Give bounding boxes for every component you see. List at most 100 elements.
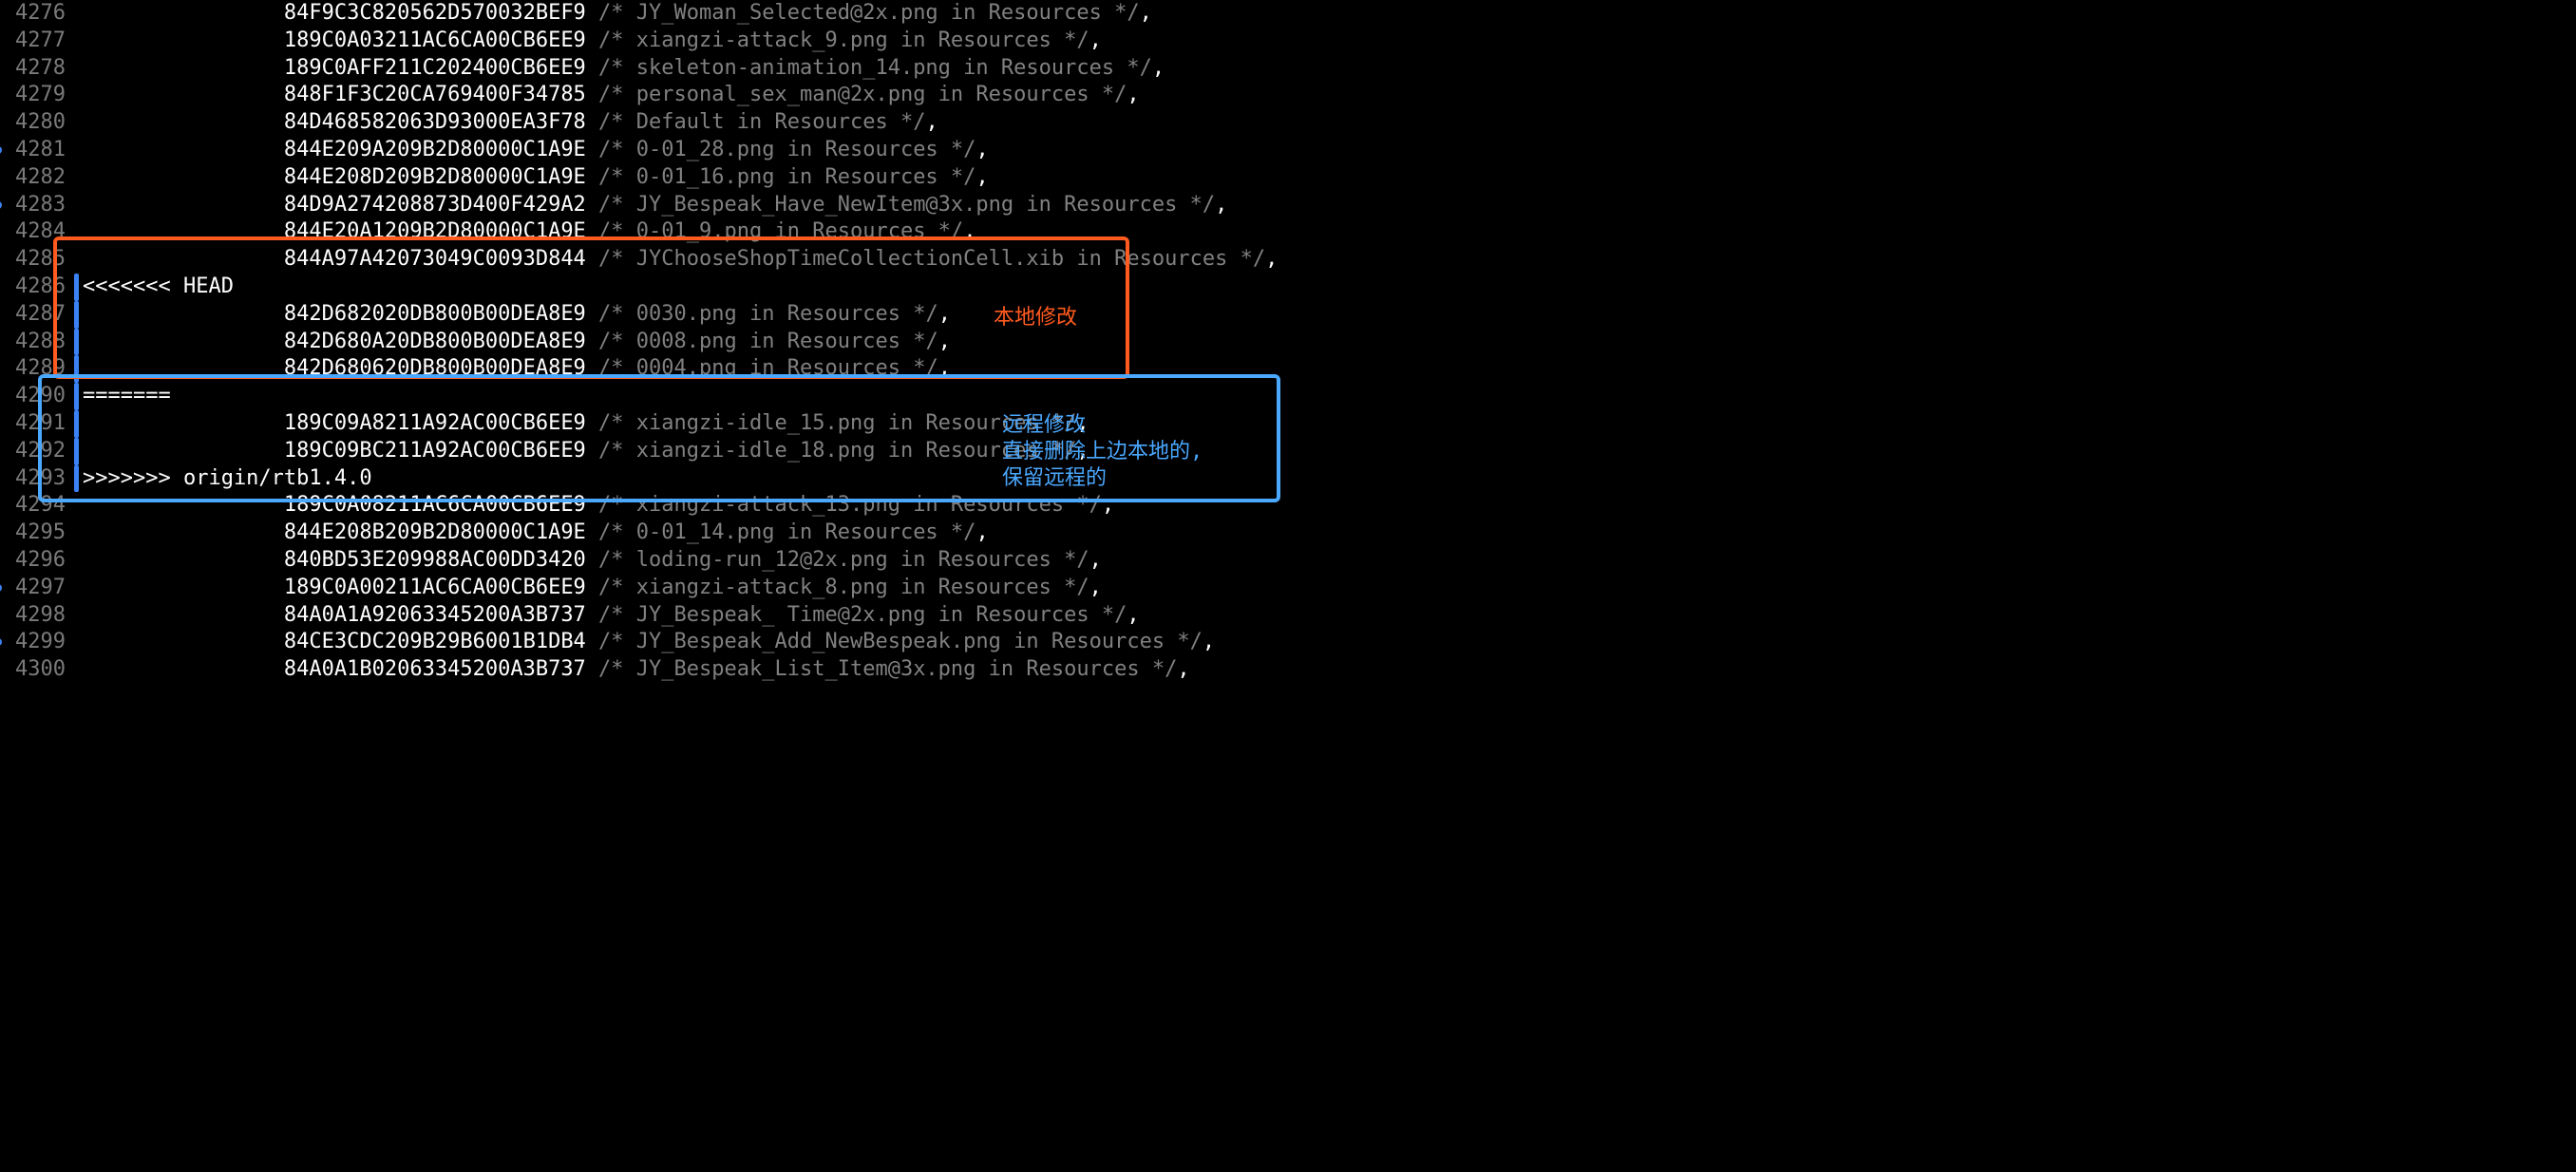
build-file-comment: JY_Woman_Selected@2x.png in Resources	[636, 1, 1102, 25]
build-file-comment: xiangzi-attack_9.png in Resources	[636, 28, 1051, 52]
trailing-comma: ,	[1265, 247, 1278, 271]
conflict-marker: <<<<<<< HEAD	[83, 274, 234, 298]
build-file-comment: xiangzi-attack_8.png in Resources	[636, 576, 1051, 599]
build-file-comment: JY_Bespeak_Add_NewBespeak.png in Resourc…	[636, 630, 1165, 653]
comment-open: /*	[586, 219, 636, 243]
trailing-comma: ,	[938, 356, 951, 380]
resource-entry-line: 84D9A274208873D400F429A2 /* JY_Bespeak_H…	[83, 192, 2576, 219]
resource-entry-line: 189C0A03211AC6CA00CB6EE9 /* xiangzi-atta…	[83, 28, 2576, 55]
trailing-comma: ,	[963, 219, 975, 243]
trailing-comma: ,	[1089, 548, 1102, 572]
line-number: 4298	[0, 602, 71, 630]
comment-close: */	[1051, 576, 1089, 599]
comment-close: */	[1114, 56, 1152, 80]
build-file-hash: 84A0A1A92063345200A3B737	[284, 603, 586, 627]
trailing-comma: ,	[1140, 1, 1152, 25]
line-number: 4290	[0, 383, 71, 410]
comment-close: */	[1102, 1, 1140, 25]
comment-open: /*	[586, 520, 636, 544]
comment-close: */	[938, 165, 976, 189]
build-file-hash: 84D468582063D93000EA3F78	[284, 110, 586, 134]
comment-open: /*	[586, 576, 636, 599]
comment-open: /*	[586, 110, 636, 134]
build-file-comment: JY_Bespeak_List_Item@3x.png in Resources	[636, 657, 1140, 681]
build-file-comment: xiangzi-idle_18.png in Resources	[636, 439, 1039, 463]
conflict-marker-line: >>>>>>> origin/rtb1.4.0	[83, 465, 2576, 493]
line-number: 4292	[0, 438, 71, 465]
line-number: 4289	[0, 355, 71, 383]
build-file-hash: 189C09BC211A92AC00CB6EE9	[284, 439, 586, 463]
trailing-comma: ,	[1152, 56, 1165, 80]
line-number: 4279	[0, 82, 71, 109]
build-file-comment: 0-01_28.png in Resources	[636, 138, 938, 161]
comment-close: */	[1039, 439, 1077, 463]
comment-open: /*	[586, 165, 636, 189]
line-number: 4281	[0, 137, 71, 164]
comment-open: /*	[586, 603, 636, 627]
build-file-comment: 0-01_16.png in Resources	[636, 165, 938, 189]
trailing-comma: ,	[1089, 576, 1102, 599]
trailing-comma: ,	[975, 520, 988, 544]
comment-close: */	[1089, 603, 1127, 627]
trailing-comma: ,	[938, 302, 951, 326]
build-file-hash: 189C0A00211AC6CA00CB6EE9	[284, 576, 586, 599]
resource-entry-line: 848F1F3C20CA769400F34785 /* personal_sex…	[83, 82, 2576, 109]
trailing-comma: ,	[1177, 657, 1189, 681]
build-file-hash: 189C0A03211AC6CA00CB6EE9	[284, 28, 586, 52]
build-file-comment: xiangzi-attack_13.png in Resources	[636, 493, 1064, 517]
build-file-comment: 0030.png in Resources	[636, 302, 900, 326]
resource-entry-line: 189C0A08211AC6CA00CB6EE9 /* xiangzi-atta…	[83, 492, 2576, 520]
line-number: 4294	[0, 492, 71, 520]
comment-close: */	[938, 138, 976, 161]
resource-entry-line: 840BD53E209988AC00DD3420 /* loding-run_1…	[83, 547, 2576, 575]
line-number: 4284	[0, 218, 71, 246]
line-number: 4276	[0, 0, 71, 28]
resource-entry-line: 844E208D209B2D80000C1A9E /* 0-01_16.png …	[83, 164, 2576, 192]
trailing-comma: ,	[1215, 193, 1227, 217]
build-file-hash: 189C09A8211A92AC00CB6EE9	[284, 411, 586, 435]
build-file-hash: 84F9C3C820562D570032BEF9	[284, 1, 586, 25]
build-file-comment: personal_sex_man@2x.png in Resources	[636, 83, 1089, 106]
conflict-marker-line: =======	[83, 383, 2576, 410]
comment-open: /*	[586, 493, 636, 517]
build-file-hash: 84CE3CDC209B29B6001B1DB4	[284, 630, 586, 653]
comment-open: /*	[586, 657, 636, 681]
comment-open: /*	[586, 28, 636, 52]
line-number: 4299	[0, 629, 71, 656]
build-file-hash: 842D680620DB800B00DEA8E9	[284, 356, 586, 380]
comment-open: /*	[586, 247, 636, 271]
resource-entry-line: 189C0A00211AC6CA00CB6EE9 /* xiangzi-atta…	[83, 575, 2576, 602]
comment-open: /*	[586, 302, 636, 326]
build-file-comment: JYChooseShopTimeCollectionCell.xib in Re…	[636, 247, 1228, 271]
resource-entry-line: 189C0AFF211C202400CB6EE9 /* skeleton-ani…	[83, 55, 2576, 83]
resource-entry-line: 842D682020DB800B00DEA8E9 /* 0030.png in …	[83, 301, 2576, 329]
resource-entry-line: 189C09A8211A92AC00CB6EE9 /* xiangzi-idle…	[83, 410, 2576, 438]
line-number: 4295	[0, 520, 71, 547]
trailing-comma: ,	[1127, 83, 1139, 106]
comment-close: */	[938, 520, 976, 544]
line-number: 4286	[0, 274, 71, 301]
comment-open: /*	[586, 138, 636, 161]
build-file-hash: 842D680A20DB800B00DEA8E9	[284, 330, 586, 353]
comment-open: /*	[586, 356, 636, 380]
line-number: 4288	[0, 329, 71, 356]
build-file-hash: 844E20A1209B2D80000C1A9E	[284, 219, 586, 243]
build-file-hash: 840BD53E209988AC00DD3420	[284, 548, 586, 572]
conflict-marker: =======	[83, 384, 171, 407]
build-file-comment: JY_Bespeak_Have_NewItem@3x.png in Resour…	[636, 193, 1178, 217]
comment-close: */	[1064, 493, 1102, 517]
build-file-hash: 84D9A274208873D400F429A2	[284, 193, 586, 217]
code-editor[interactable]: 4276427742784279428042814282428342844285…	[0, 0, 2576, 684]
comment-close: */	[1089, 83, 1127, 106]
trailing-comma: ,	[1089, 28, 1102, 52]
trailing-comma: ,	[1076, 439, 1089, 463]
comment-open: /*	[586, 548, 636, 572]
trailing-comma: ,	[1127, 603, 1139, 627]
code-area[interactable]: 84F9C3C820562D570032BEF9 /* JY_Woman_Sel…	[71, 0, 2576, 684]
comment-close: */	[900, 330, 938, 353]
build-file-hash: 189C0AFF211C202400CB6EE9	[284, 56, 586, 80]
line-number: 4296	[0, 547, 71, 575]
build-file-hash: 189C0A08211AC6CA00CB6EE9	[284, 493, 586, 517]
line-number: 4297	[0, 575, 71, 602]
trailing-comma: ,	[1102, 493, 1114, 517]
